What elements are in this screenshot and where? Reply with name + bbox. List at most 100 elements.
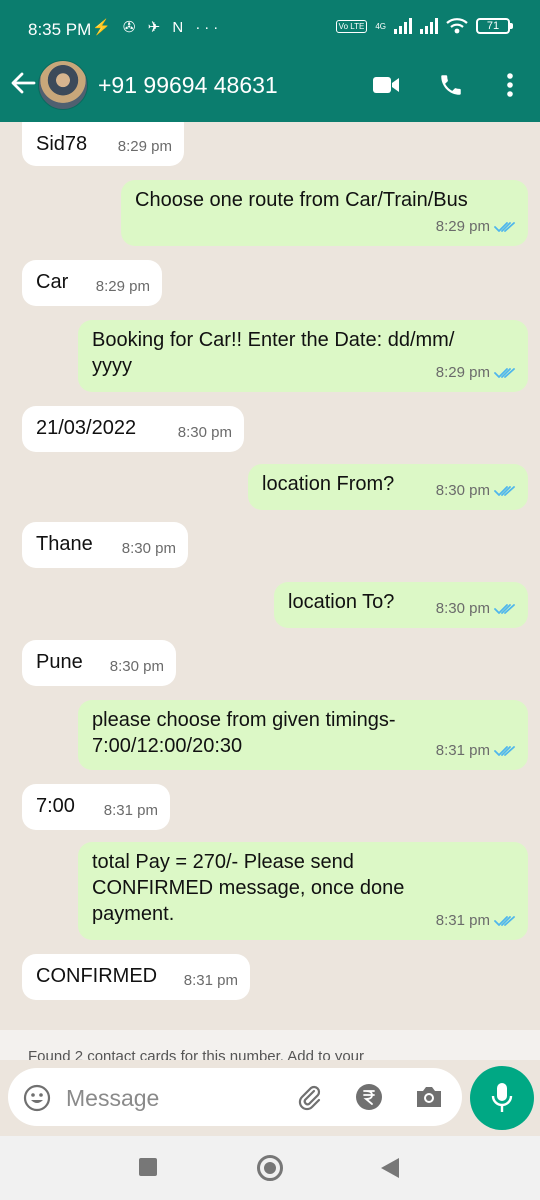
- network-type: 4G: [375, 21, 386, 31]
- message-timestamp: 8:31 pm: [435, 742, 490, 759]
- message-timestamp: 8:30 pm: [435, 482, 490, 499]
- message-line: 7:00: [36, 795, 75, 817]
- message-text: please choose from given timings- 7:00/12…: [92, 707, 395, 759]
- incoming-message[interactable]: 21/03/2022 8:30 pm: [22, 406, 244, 452]
- home-icon[interactable]: [257, 1155, 283, 1181]
- message-timestamp: 8:29 pm: [95, 278, 150, 295]
- outgoing-message[interactable]: please choose from given timings- 7:00/12…: [78, 700, 528, 770]
- message-timestamp: 8:30 pm: [109, 658, 164, 675]
- outgoing-message[interactable]: total Pay = 270/- Please send CONFIRMED m…: [78, 842, 528, 940]
- outgoing-message[interactable]: Booking for Car!! Enter the Date: dd/mm/…: [78, 320, 528, 392]
- attach-icon[interactable]: [294, 1082, 324, 1112]
- camera-icon[interactable]: [414, 1083, 444, 1111]
- message-time: 8:29 pm: [118, 134, 172, 160]
- chat-header: +91 99694 48631: [0, 60, 540, 122]
- message-text: total Pay = 270/- Please send CONFIRMED m…: [92, 849, 404, 927]
- message-line: yyyy: [92, 355, 132, 377]
- incoming-message[interactable]: Sid78 8:29 pm: [22, 122, 184, 166]
- message-text: 21/03/2022: [36, 415, 136, 441]
- message-timestamp: 8:30 pm: [435, 600, 490, 617]
- contact-name[interactable]: +91 99694 48631: [98, 72, 278, 99]
- message-line: Thane: [36, 533, 93, 555]
- message-time: 8:30 pm: [178, 420, 232, 446]
- incoming-message[interactable]: Pune 8:30 pm: [22, 640, 176, 686]
- message-text: location To?: [288, 589, 394, 615]
- phone-call-icon[interactable]: [438, 72, 464, 98]
- message-input[interactable]: Message: [66, 1085, 159, 1112]
- avatar[interactable]: [38, 60, 88, 110]
- read-receipt-icon: [494, 368, 515, 378]
- system-nav-bar: [0, 1136, 540, 1200]
- message-line: Choose one route from Car/Train/Bus: [135, 189, 468, 211]
- message-timestamp: 8:30 pm: [177, 424, 232, 441]
- status-bar: 8:35 PM ⚡ ✇ ✈ N ··· Vo LTE 4G 71: [0, 0, 540, 60]
- outgoing-message[interactable]: location From? 8:30 pm: [248, 464, 528, 510]
- emoji-icon[interactable]: [22, 1083, 52, 1113]
- message-line: 21/03/2022: [36, 417, 137, 439]
- signal-icon: [394, 18, 412, 34]
- voice-record-button[interactable]: [470, 1066, 534, 1130]
- outgoing-message[interactable]: Choose one route from Car/Train/Bus 8:29 …: [121, 180, 528, 246]
- message-text: Sid78: [36, 131, 87, 157]
- message-line: location From?: [262, 473, 395, 495]
- back-arrow-icon[interactable]: [8, 68, 38, 98]
- rupee-payment-icon[interactable]: [354, 1082, 384, 1112]
- incoming-message[interactable]: Thane 8:30 pm: [22, 522, 188, 568]
- message-line: location To?: [288, 591, 395, 613]
- message-line: payment.: [92, 903, 175, 925]
- message-line: Sid78: [36, 133, 88, 155]
- message-timestamp: 8:31 pm: [435, 912, 490, 929]
- incoming-message[interactable]: Car 8:29 pm: [22, 260, 162, 306]
- composer: Message: [0, 1060, 540, 1136]
- message-line: 7:00/12:00/20:30: [92, 735, 243, 757]
- message-field[interactable]: Message: [8, 1068, 462, 1126]
- message-timestamp: 8:29 pm: [117, 138, 172, 155]
- message-time: 8:30 pm: [122, 536, 176, 562]
- message-text: Pune: [36, 649, 83, 675]
- message-text: CONFIRMED: [36, 963, 157, 989]
- read-receipt-icon: [494, 604, 515, 614]
- read-receipt-icon: [494, 746, 515, 756]
- message-line: Booking for Car!! Enter the Date: dd/mm/: [92, 329, 455, 351]
- message-time: 8:30 pm: [436, 596, 516, 622]
- incoming-message[interactable]: CONFIRMED 8:31 pm: [22, 954, 250, 1000]
- recents-icon[interactable]: [139, 1158, 157, 1176]
- message-text: location From?: [262, 471, 394, 497]
- status-time: 8:35 PM: [28, 20, 92, 39]
- contact-card-notice[interactable]: Found 2 contact cards for this number. A…: [0, 1030, 540, 1060]
- more-options-icon[interactable]: [498, 70, 522, 100]
- video-call-icon[interactable]: [372, 74, 400, 96]
- message-timestamp: 8:29 pm: [435, 364, 490, 381]
- message-time: 8:29 pm: [436, 360, 516, 386]
- message-text: Car: [36, 269, 68, 295]
- read-receipt-icon: [494, 222, 515, 232]
- message-time: 8:30 pm: [110, 654, 164, 680]
- message-text: Choose one route from Car/Train/Bus: [135, 187, 468, 213]
- message-time: 8:29 pm: [96, 274, 150, 300]
- message-time: 8:31 pm: [104, 798, 158, 824]
- microphone-icon: [491, 1083, 513, 1112]
- battery-icon: 71: [476, 18, 513, 34]
- notice-text: Found 2 contact cards for this number. A…: [28, 1048, 365, 1060]
- incoming-message[interactable]: 7:00 8:31 pm: [22, 784, 170, 830]
- message-time: 8:31 pm: [184, 968, 238, 994]
- message-timestamp: 8:31 pm: [183, 972, 238, 989]
- nav-back-icon[interactable]: [381, 1158, 399, 1178]
- message-timestamp: 8:31 pm: [103, 802, 158, 819]
- message-line: Car: [36, 271, 69, 293]
- outgoing-message[interactable]: location To? 8:30 pm: [274, 582, 528, 628]
- chat-area[interactable]: Sid78 8:29 pm Choose one route from Car/Tr…: [0, 122, 540, 1030]
- message-text: 7:00: [36, 793, 75, 819]
- read-receipt-icon: [494, 916, 515, 926]
- message-time: 8:31 pm: [436, 908, 516, 934]
- volte-icon: Vo LTE: [335, 19, 368, 33]
- message-line: Pune: [36, 651, 83, 673]
- message-time: 8:29 pm: [436, 214, 516, 240]
- message-timestamp: 8:29 pm: [435, 218, 490, 235]
- status-right: Vo LTE 4G 71: [335, 17, 513, 35]
- notification-icons: ⚡ ✇ ✈ N ···: [92, 19, 223, 36]
- message-line: CONFIRMED: [36, 965, 158, 987]
- read-receipt-icon: [494, 486, 515, 496]
- message-time: 8:31 pm: [436, 738, 516, 764]
- message-line: total Pay = 270/- Please send: [92, 851, 354, 873]
